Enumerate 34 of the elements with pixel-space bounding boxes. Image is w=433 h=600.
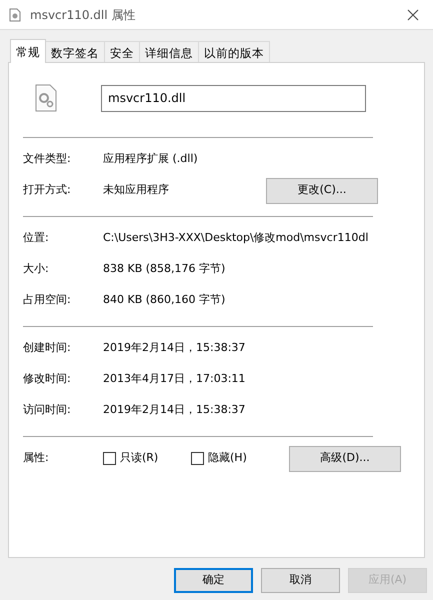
change-button[interactable]: 更改(C)... — [266, 178, 378, 204]
tab[interactable]: 安全 — [104, 41, 140, 62]
checkbox[interactable] — [103, 452, 116, 465]
field-label: 修改时间: — [23, 371, 72, 388]
advanced-button[interactable]: 高级(D)... — [289, 446, 401, 472]
field-value: 2013年4月17日，17:03:11 — [103, 371, 246, 388]
field-label: 文件类型: — [23, 151, 72, 168]
window-title: msvcr110.dll 属性 — [30, 6, 136, 24]
field-label: 大小: — [23, 261, 50, 278]
tab[interactable]: 数字签名 — [45, 41, 105, 62]
checkbox-label: 隐藏(H) — [208, 450, 247, 466]
file-name-field[interactable]: msvcr110.dll — [101, 84, 366, 112]
file-gear-icon — [35, 84, 57, 112]
field-value: 840 KB (860,160 字节) — [103, 292, 226, 308]
field-label: 属性: — [23, 450, 50, 466]
field-value: 838 KB (858,176 字节) — [103, 261, 226, 278]
checkbox[interactable] — [191, 452, 204, 465]
field-label: 位置: — [23, 230, 50, 246]
field-value: 未知应用程序 — [103, 182, 169, 198]
close-icon[interactable] — [407, 8, 419, 20]
field-value: C:\Users\3H3-XXX\Desktop\修改mod\msvcr110dl — [103, 230, 368, 246]
dialog-button[interactable]: 确定 — [174, 568, 253, 593]
checkbox-label: 只读(R) — [120, 450, 158, 466]
tab[interactable]: 常规 — [10, 39, 46, 63]
field-label: 占用空间: — [23, 292, 72, 308]
field-value: 应用程序扩展 (.dll) — [103, 151, 198, 168]
field-value: 2019年2月14日，15:38:37 — [103, 402, 246, 418]
dialog-button[interactable]: 取消 — [261, 568, 340, 593]
field-value: 2019年2月14日，15:38:37 — [103, 340, 246, 356]
tab[interactable]: 以前的版本 — [198, 41, 270, 62]
field-label: 打开方式: — [23, 182, 72, 198]
field-label: 创建时间: — [23, 340, 72, 356]
field-label: 访问时间: — [23, 402, 72, 418]
file-icon — [8, 8, 22, 22]
